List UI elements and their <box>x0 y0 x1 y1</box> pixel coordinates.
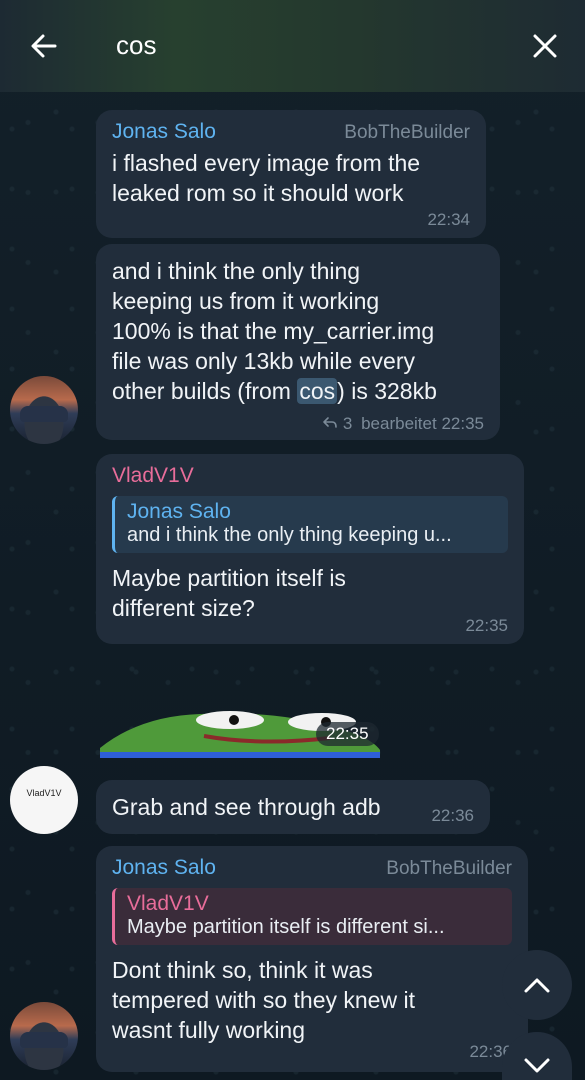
message-line: and i think the only thing <box>112 258 361 284</box>
message-bubble[interactable]: Jonas Salo BobTheBuilder i flashed every… <box>96 110 486 238</box>
message-line: different size? <box>112 595 255 621</box>
close-search-button[interactable] <box>527 28 563 64</box>
reply-count[interactable]: 3 <box>343 414 352 433</box>
message-line: keeping us from it working <box>112 288 380 314</box>
chevron-down-icon <box>524 1058 550 1073</box>
admin-tag: BobTheBuilder <box>386 858 512 879</box>
reply-icon <box>323 417 337 428</box>
message-line: Dont think so, think it was <box>112 957 373 983</box>
message-text: and i think the only thing keeping us fr… <box>112 256 484 406</box>
message-line: tempered with so they knew it <box>112 987 415 1013</box>
message-text: Grab and see through adb <box>112 792 474 822</box>
back-button[interactable] <box>26 28 62 64</box>
message-time: 22:35 <box>441 414 484 433</box>
reply-text: Maybe partition itself is different si..… <box>127 916 445 938</box>
message-bubble[interactable]: VladV1V Jonas Salo and i think the only … <box>96 454 524 644</box>
avatar[interactable] <box>10 1002 78 1070</box>
message-time: 22:34 <box>427 210 470 229</box>
message-meta: 3 bearbeitet 22:35 <box>322 414 484 434</box>
sticker-time: 22:35 <box>316 722 379 746</box>
message-text: i flashed every image from the leaked ro… <box>112 148 470 208</box>
avatar-label: VladV1V <box>26 788 62 798</box>
message-text: Dont think so, think it was tempered wit… <box>112 955 512 1045</box>
search-header: cos <box>0 0 585 92</box>
message-bubble[interactable]: Jonas Salo BobTheBuilder VladV1V Maybe p… <box>96 846 528 1072</box>
reply-preview[interactable]: Jonas Salo and i think the only thing ke… <box>112 496 508 553</box>
message-time: 22:36 <box>431 806 474 825</box>
message-line: leaked rom so it should work <box>112 180 404 206</box>
reply-text: and i think the only thing keeping u... <box>127 524 452 546</box>
message-line: i flashed every image from the <box>112 150 421 176</box>
reply-sender: Jonas Salo <box>127 500 231 523</box>
message-bubble[interactable]: and i think the only thing keeping us fr… <box>96 244 500 440</box>
sender-name[interactable]: VladV1V <box>112 464 508 488</box>
chevron-up-icon <box>524 978 550 993</box>
edited-label: bearbeitet <box>361 414 437 433</box>
reply-sender: VladV1V <box>127 892 209 915</box>
close-icon <box>533 34 557 58</box>
message-bubble[interactable]: Grab and see through adb 22:36 <box>96 780 490 834</box>
message-time: 22:35 <box>465 616 508 635</box>
search-query[interactable]: cos <box>116 30 156 61</box>
message-line: other builds (from cos) is 328kb <box>112 378 437 404</box>
avatar[interactable] <box>10 376 78 444</box>
search-highlight: cos <box>297 378 338 404</box>
search-prev-button[interactable] <box>502 950 572 1020</box>
message-text: Maybe partition itself is different size… <box>112 563 508 623</box>
avatar[interactable]: VladV1V <box>10 766 78 834</box>
message-line: Grab and see through adb <box>112 794 381 820</box>
message-line: 100% is that the my_carrier.img <box>112 318 435 344</box>
admin-tag: BobTheBuilder <box>344 122 470 143</box>
message-line: Maybe partition itself is <box>112 565 346 591</box>
message-line: wasnt fully working <box>112 1017 306 1043</box>
arrow-left-icon <box>31 34 57 58</box>
reply-preview[interactable]: VladV1V Maybe partition itself is differ… <box>112 888 512 945</box>
message-line: file was only 13kb while every <box>112 348 415 374</box>
